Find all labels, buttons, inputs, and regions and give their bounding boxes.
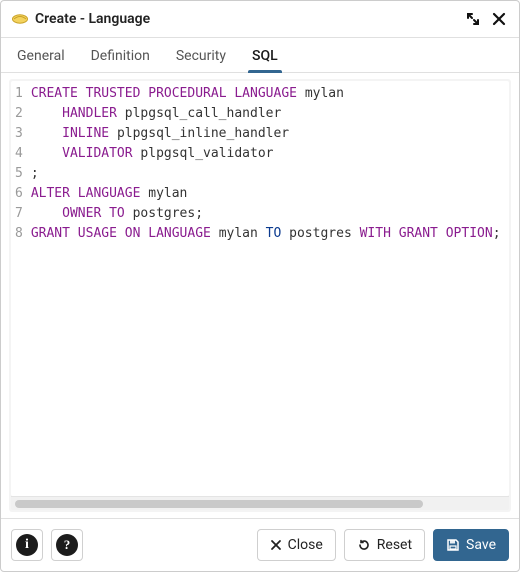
editor-panel: 12345678 CREATE TRUSTED PROCEDURAL LANGU… [1,73,519,518]
titlebar: Create - Language [1,1,519,38]
close-label: Close [288,537,323,553]
tab-general[interactable]: General [15,38,67,72]
dialog-title: Create - Language [35,11,150,27]
help-button[interactable]: ? [51,529,83,561]
save-label: Save [466,537,496,553]
reset-icon [357,538,371,552]
footer: i ? Close Reset Save [1,518,519,571]
info-icon: i [16,534,38,556]
sql-editor[interactable]: 12345678 CREATE TRUSTED PROCEDURAL LANGU… [11,81,509,496]
tabs: General Definition Security SQL [1,38,519,73]
info-button[interactable]: i [11,529,43,561]
language-icon [11,12,29,26]
close-x-icon [270,539,282,551]
help-icon: ? [56,534,78,556]
close-icon[interactable] [489,9,509,29]
line-gutter: 12345678 [11,81,29,247]
tab-security[interactable]: Security [174,38,228,72]
maximize-icon[interactable] [463,9,483,29]
save-icon [446,538,460,552]
scrollbar-thumb[interactable] [15,500,423,508]
horizontal-scrollbar[interactable] [11,496,509,510]
close-button[interactable]: Close [257,529,336,561]
save-button[interactable]: Save [433,529,509,561]
tab-sql[interactable]: SQL [250,38,280,72]
editor-frame: 12345678 CREATE TRUSTED PROCEDURAL LANGU… [9,79,511,512]
create-language-dialog: Create - Language General Definition Sec… [0,0,520,572]
tab-definition[interactable]: Definition [89,38,152,72]
code-lines[interactable]: CREATE TRUSTED PROCEDURAL LANGUAGE mylan… [29,81,509,247]
reset-label: Reset [377,537,412,553]
reset-button[interactable]: Reset [344,529,425,561]
